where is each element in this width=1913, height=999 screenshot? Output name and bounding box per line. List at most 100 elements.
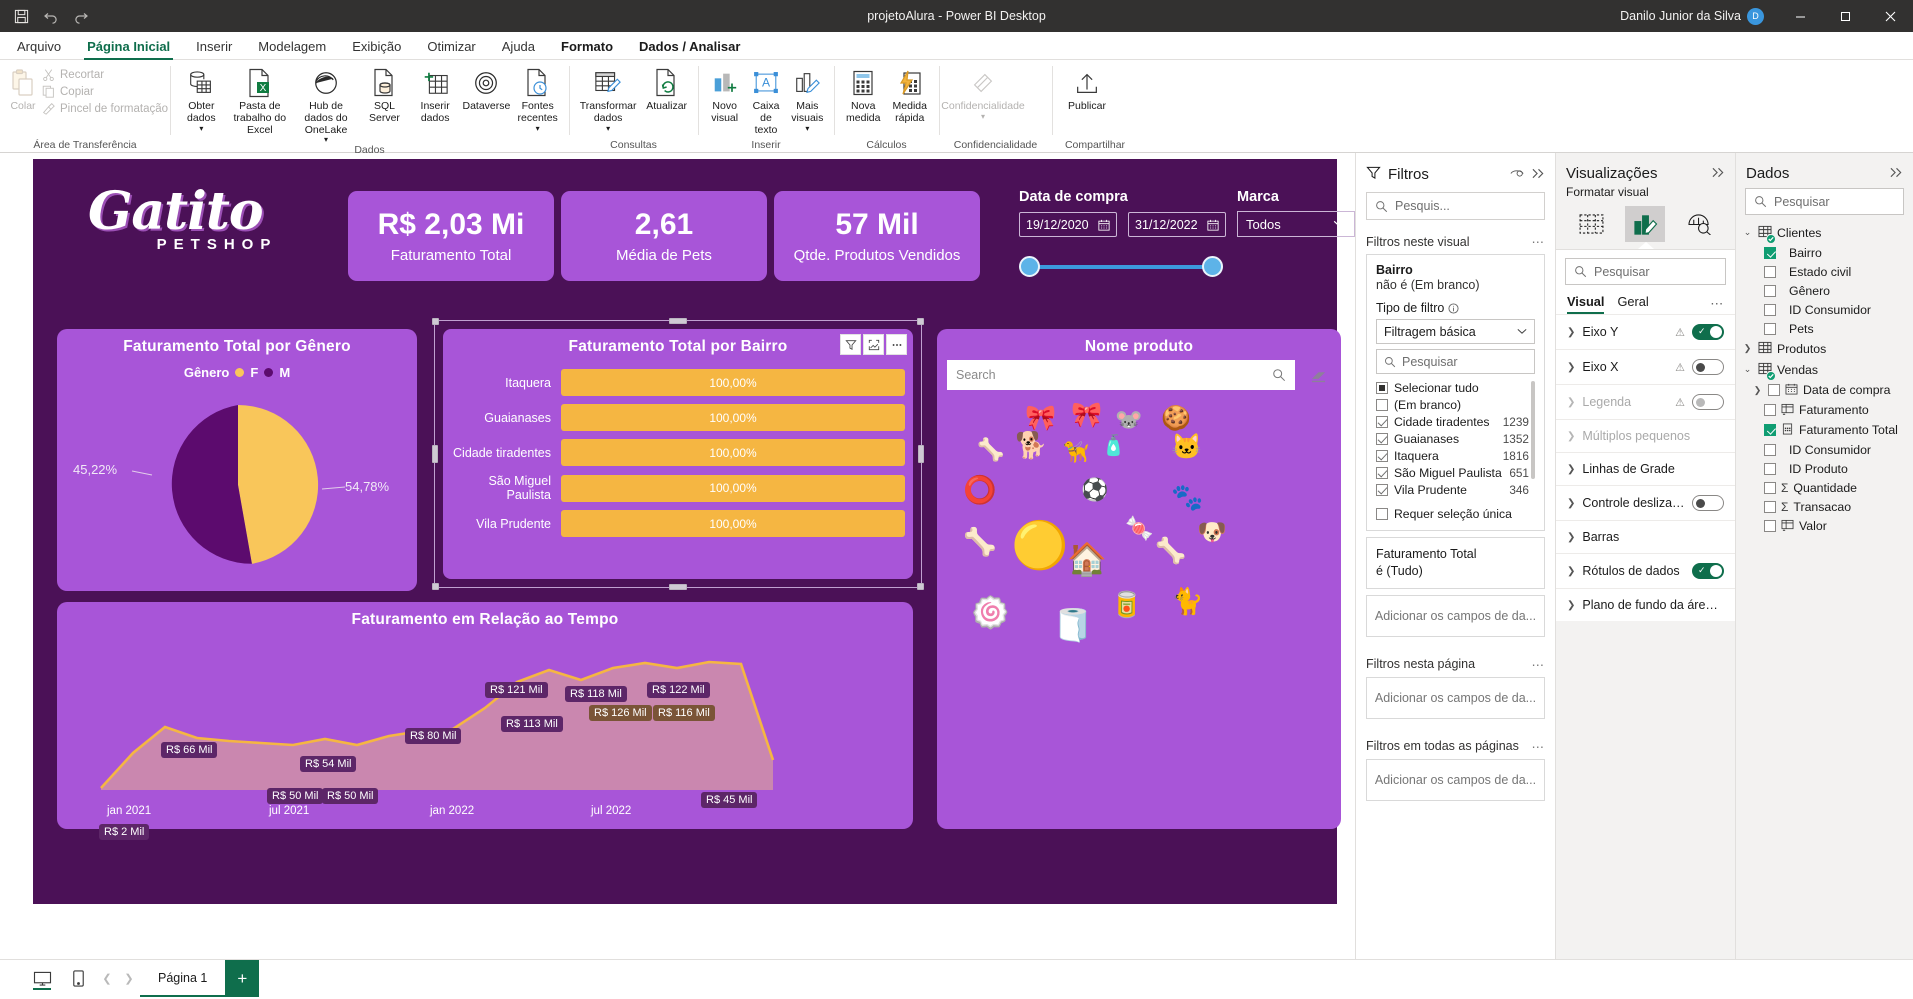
data-field-transacao[interactable]: Σ Transacao	[1736, 497, 1913, 516]
bar-row[interactable]: Vila Prudente 100,00%	[443, 510, 905, 537]
toggle-switch[interactable]: ✓	[1692, 563, 1724, 579]
chevron-down-icon[interactable]: ⌄	[1742, 227, 1753, 238]
slider-handle-end[interactable]	[1202, 256, 1223, 277]
product-tile[interactable]: 🟡	[1011, 519, 1068, 572]
bar-row[interactable]: Itaquera 100,00%	[443, 369, 905, 396]
warning-icon[interactable]: ⚠	[1675, 361, 1685, 374]
resize-handle-ne[interactable]	[917, 318, 924, 325]
product-tile[interactable]: 🐈	[1171, 586, 1203, 617]
data-field-valor[interactable]: Valor	[1736, 516, 1913, 536]
bar-row[interactable]: Cidade tiradentes 100,00%	[443, 439, 905, 466]
refresh-button[interactable]: Atualizar	[641, 63, 692, 113]
more-options-icon[interactable]: ⋯	[1532, 234, 1546, 249]
resize-handle-w[interactable]	[432, 445, 438, 463]
ribbon-tab-arquivo[interactable]: Arquivo	[4, 36, 74, 59]
filter-card-faturamento-total[interactable]: Faturamento Total é (Tudo)	[1366, 537, 1545, 589]
chevron-right-icon[interactable]: ❯	[1567, 362, 1575, 373]
cut-button[interactable]: Recortar	[40, 66, 174, 83]
filter-item-vila-prudente[interactable]: Vila Prudente 346	[1376, 481, 1529, 498]
toggle-switch[interactable]: ✓	[1692, 324, 1724, 340]
viz-row-eixo-y[interactable]: ❯ Eixo Y ⚠ ✓	[1556, 314, 1735, 349]
checkbox[interactable]	[1764, 284, 1776, 297]
quick-measure-button[interactable]: Medida rápida	[887, 63, 934, 125]
resize-handle-s[interactable]	[669, 584, 687, 590]
data-field-faturamento-total[interactable]: Faturamento Total	[1736, 420, 1913, 440]
warning-icon[interactable]: ⚠	[1675, 396, 1685, 409]
viz-row-rotulos-de-dados[interactable]: ❯ Rótulos de dados ✓	[1556, 553, 1735, 588]
ribbon-tab-dados-analisar[interactable]: Dados / Analisar	[626, 36, 753, 59]
product-tile[interactable]: 🐱	[1171, 433, 1202, 462]
avatar[interactable]: D	[1747, 7, 1764, 25]
product-tile[interactable]: 🧴	[1101, 435, 1126, 458]
filter-item-sao-miguel-paulista[interactable]: São Miguel Paulista 651	[1376, 464, 1529, 481]
desktop-view-icon[interactable]	[24, 960, 60, 997]
visual-gender-pie[interactable]: Faturamento Total por Gênero Gênero F M	[57, 329, 417, 591]
product-tile[interactable]: 🦴	[977, 437, 1004, 462]
product-tile[interactable]: 🐭	[1115, 407, 1142, 432]
eraser-icon[interactable]	[1310, 369, 1327, 388]
chevron-down-icon[interactable]: ⌄	[1742, 364, 1753, 375]
checkbox[interactable]	[1768, 384, 1780, 396]
ribbon-tab-pagina-inicial[interactable]: Página Inicial	[74, 36, 183, 60]
checkbox[interactable]	[1764, 322, 1776, 335]
data-table-produtos[interactable]: ❯ Produtos	[1736, 338, 1913, 359]
filter-icon[interactable]	[840, 334, 861, 355]
visual-nome-produto[interactable]: Nome produto Search 🎀 🎀 🐭 🍪 🦴 🐕 🦮 🧴 🐱 ⭕ …	[937, 329, 1341, 829]
filter-list-scrollbar[interactable]	[1531, 381, 1535, 479]
date-slicer-inputs[interactable]: 19/12/2020 31/12/2022	[1019, 212, 1226, 237]
resize-handle-n[interactable]	[669, 318, 687, 324]
chevron-down-icon[interactable]: ▾	[536, 124, 540, 133]
date-end-input[interactable]: 31/12/2022	[1128, 212, 1226, 237]
filter-item-itaquera[interactable]: Itaquera 1816	[1376, 447, 1529, 464]
ribbon-tab-formato[interactable]: Formato	[548, 36, 626, 59]
more-options-icon[interactable]: ⋯	[1710, 296, 1724, 312]
mobile-view-icon[interactable]	[60, 960, 96, 997]
data-field-quantidade[interactable]: Σ Quantidade	[1736, 478, 1913, 497]
paste-button[interactable]: Colar	[6, 63, 40, 113]
ribbon-tab-inserir[interactable]: Inserir	[183, 36, 245, 59]
checkbox[interactable]	[1376, 449, 1388, 462]
data-field-pets[interactable]: Pets	[1736, 319, 1913, 338]
product-search-input[interactable]: Search	[947, 360, 1295, 390]
filter-dropzone-all-pages[interactable]: Adicionar os campos de da...	[1366, 758, 1545, 801]
product-tile[interactable]: 🎀	[1025, 404, 1056, 433]
filter-item-select-all[interactable]: Selecionar tudo	[1376, 379, 1529, 396]
chevron-down-icon[interactable]: ▾	[805, 124, 809, 133]
product-tile[interactable]: 🦮	[1063, 441, 1089, 465]
checkbox[interactable]	[1376, 381, 1388, 394]
copy-button[interactable]: Copiar	[40, 83, 174, 100]
product-tile[interactable]: 🏠	[1067, 541, 1107, 578]
calendar-icon[interactable]	[1098, 219, 1110, 231]
date-start-input[interactable]: 19/12/2020	[1019, 212, 1117, 237]
kpi-card-media-pets[interactable]: 2,61 Média de Pets	[561, 191, 767, 281]
chevron-right-icon[interactable]: ❯	[1567, 498, 1575, 509]
filter-item-cidade-tiradentes[interactable]: Cidade tiradentes 1239	[1376, 413, 1529, 430]
tab-visual[interactable]: Visual	[1567, 294, 1605, 314]
new-measure-button[interactable]: Nova medida	[840, 63, 887, 125]
checkbox[interactable]	[1376, 507, 1388, 520]
data-search-input[interactable]: Pesquisar	[1745, 188, 1904, 215]
checkbox[interactable]	[1764, 443, 1776, 456]
product-tile[interactable]: ⭕	[963, 475, 997, 506]
ribbon-tab-ajuda[interactable]: Ajuda	[489, 36, 548, 59]
slider-handle-start[interactable]	[1019, 256, 1040, 277]
text-box-button[interactable]: A Caixa de texto	[745, 63, 786, 136]
product-tile[interactable]: 🍥	[971, 595, 1010, 631]
checkbox[interactable]	[1764, 404, 1776, 416]
ribbon-tab-exibicao[interactable]: Exibição	[339, 36, 414, 59]
save-icon[interactable]	[14, 9, 29, 24]
checkbox[interactable]	[1764, 500, 1776, 513]
filter-card-bairro[interactable]: Bairro não é (Em branco) Tipo de filtro …	[1366, 254, 1545, 531]
format-painter-button[interactable]: Pincel de formatação	[40, 100, 174, 117]
undo-icon[interactable]	[43, 8, 59, 24]
filter-list-search-input[interactable]: Pesquisar	[1376, 349, 1535, 374]
chevron-right-double-icon[interactable]	[1890, 166, 1903, 181]
transform-data-button[interactable]: Transformar dados ▾	[575, 63, 641, 133]
more-options-icon[interactable]: ⋯	[1532, 657, 1546, 672]
analytics-icon[interactable]	[1680, 206, 1720, 242]
product-tile[interactable]: ⚽	[1081, 477, 1108, 502]
bar-row[interactable]: São Miguel Paulista 100,00%	[443, 474, 905, 502]
product-tile[interactable]: 🍪	[1161, 405, 1191, 433]
page-tab-pagina-1[interactable]: Página 1	[140, 960, 226, 997]
filter-require-single-selection[interactable]: Requer seleção única	[1376, 505, 1535, 522]
